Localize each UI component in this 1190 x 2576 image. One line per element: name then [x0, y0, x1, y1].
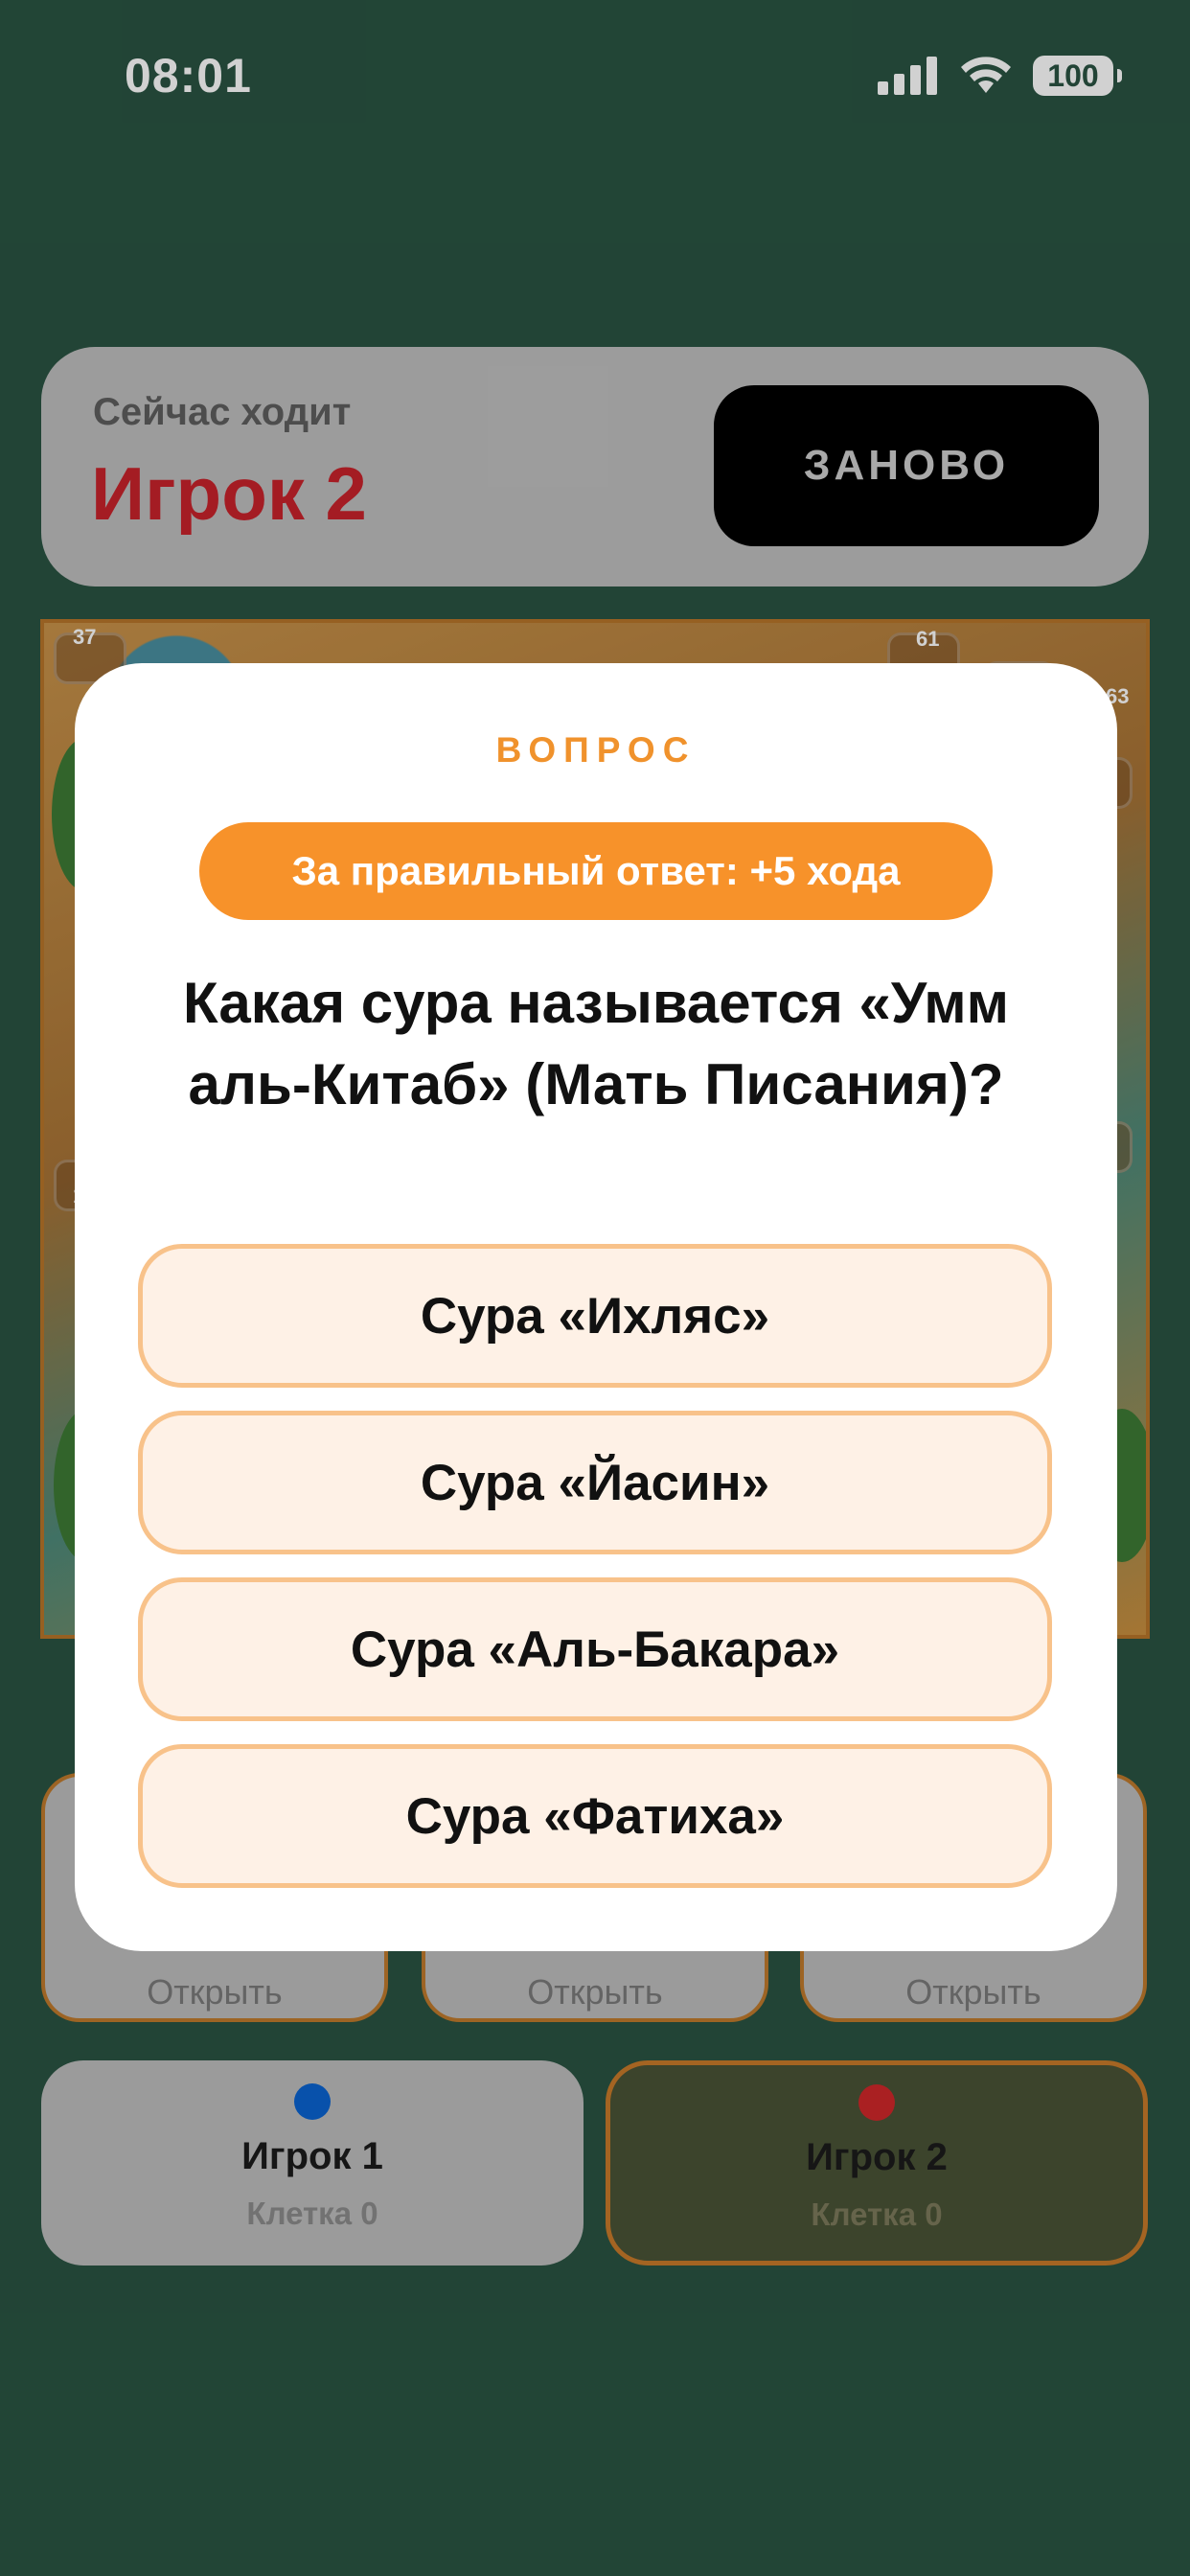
answer-option-1[interactable]: Сура «Ихляс» — [138, 1244, 1052, 1388]
modal-kicker: ВОПРОС — [495, 730, 697, 770]
reward-badge: За правильный ответ: +5 хода — [199, 822, 993, 920]
answer-option-3[interactable]: Сура «Аль-Бакара» — [138, 1577, 1052, 1721]
answer-option-4[interactable]: Сура «Фатиха» — [138, 1744, 1052, 1888]
question-text: Какая сура называется «Умм аль-Китаб» (М… — [182, 971, 1009, 1116]
question-modal: ВОПРОС За правильный ответ: +5 хода Кака… — [75, 663, 1117, 1951]
answer-option-2[interactable]: Сура «Йасин» — [138, 1411, 1052, 1554]
